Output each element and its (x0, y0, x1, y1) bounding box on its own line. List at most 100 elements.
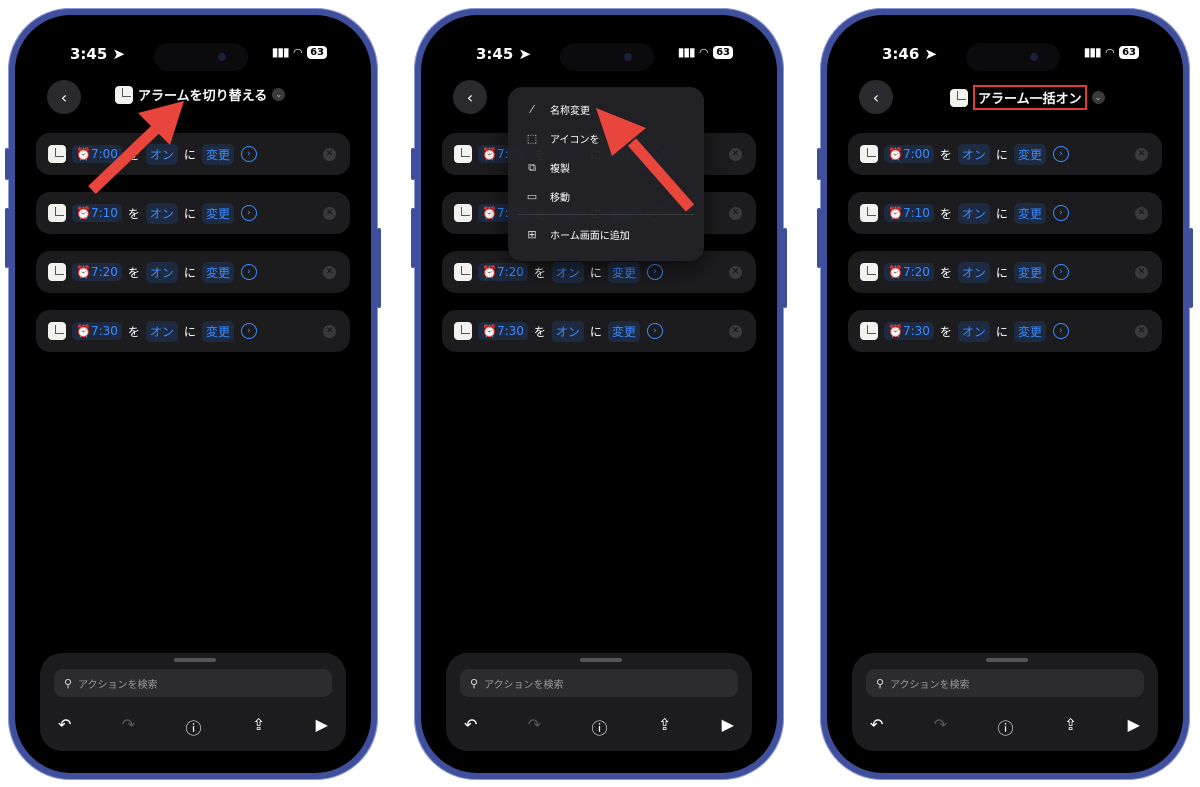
remove-icon[interactable]: ✕ (729, 206, 742, 220)
info-icon[interactable]: ⓘ (186, 715, 202, 739)
action-row[interactable]: ⏰7:10 を オン に 変更 › ✕ (848, 192, 1162, 234)
state-token[interactable]: オン (145, 261, 178, 283)
action-token[interactable]: 変更 (1013, 261, 1046, 283)
chevron-right-circle-icon[interactable]: › (240, 146, 257, 162)
state-token[interactable]: オン (145, 202, 178, 224)
alarm-token[interactable]: ⏰7:20 (478, 263, 528, 281)
sheet-grabber[interactable] (986, 658, 1028, 662)
state-token[interactable]: オン (957, 320, 990, 342)
remove-icon[interactable]: ✕ (729, 265, 742, 279)
remove-icon[interactable]: ✕ (729, 147, 742, 161)
action-token[interactable]: 変更 (201, 202, 234, 224)
search-input[interactable]: ⚲ アクションを検索 (460, 669, 738, 697)
side-button (5, 148, 9, 180)
remove-icon[interactable]: ✕ (729, 324, 742, 338)
undo-icon[interactable]: ↶ (58, 715, 71, 739)
side-button (1189, 228, 1193, 308)
redo-icon[interactable]: ↷ (122, 715, 135, 739)
chevron-right-circle-icon[interactable]: › (240, 323, 257, 339)
alarm-token[interactable]: ⏰7:20 (884, 263, 934, 281)
action-token[interactable]: 変更 (607, 320, 640, 342)
back-button[interactable]: ‹ (453, 80, 487, 114)
chevron-right-circle-icon[interactable]: › (240, 205, 257, 221)
undo-icon[interactable]: ↶ (464, 715, 477, 739)
action-token[interactable]: 変更 (1013, 143, 1046, 165)
action-token[interactable]: 変更 (201, 261, 234, 283)
info-icon[interactable]: ⓘ (592, 715, 608, 739)
undo-icon[interactable]: ↶ (870, 715, 883, 739)
shortcut-title[interactable]: アラーム一括オン ⌄ (827, 85, 1183, 110)
alarm-token[interactable]: ⏰7:30 (478, 322, 528, 340)
status-icons: ▮▮▮ ◠ 63 (678, 45, 733, 59)
remove-icon[interactable]: ✕ (1135, 324, 1148, 338)
alarm-token[interactable]: ⏰7:00 (884, 145, 934, 163)
share-icon[interactable]: ⇪ (658, 715, 671, 739)
state-token[interactable]: オン (957, 143, 990, 165)
action-token[interactable]: 変更 (201, 143, 234, 165)
search-input[interactable]: ⚲ アクションを検索 (866, 669, 1144, 697)
share-icon[interactable]: ⇪ (1064, 715, 1077, 739)
info-icon[interactable]: ⓘ (998, 715, 1014, 739)
action-row[interactable]: ⏰7:30 を オン に 変更 › ✕ (36, 310, 350, 352)
signal-icon: ▮▮▮ (1083, 45, 1102, 59)
alarm-token[interactable]: ⏰7:30 (72, 322, 122, 340)
action-token[interactable]: 変更 (1013, 320, 1046, 342)
sheet-grabber[interactable] (174, 658, 216, 662)
action-row[interactable]: ⏰7:00 を オン に 変更 › ✕ (848, 133, 1162, 175)
status-icons: ▮▮▮ ◠ 63 (272, 45, 327, 59)
action-token[interactable]: 変更 (1013, 202, 1046, 224)
chevron-right-circle-icon[interactable]: › (646, 323, 663, 339)
redo-icon[interactable]: ↷ (528, 715, 541, 739)
play-icon[interactable]: ▶ (316, 715, 328, 739)
alarm-token[interactable]: ⏰7:30 (884, 322, 934, 340)
status-time: 3:45 ➤ (70, 45, 126, 63)
action-row[interactable]: ⏰7:20 を オン に 変更 › ✕ (848, 251, 1162, 293)
remove-icon[interactable]: ✕ (1135, 147, 1148, 161)
chevron-right-circle-icon[interactable]: › (1052, 264, 1069, 280)
action-row[interactable]: ⏰7:30 を オン に 変更 › ✕ (848, 310, 1162, 352)
clock-app-icon (860, 322, 878, 340)
chevron-right-circle-icon[interactable]: › (1052, 205, 1069, 221)
alarm-token[interactable]: ⏰7:10 (884, 204, 934, 222)
clock-app-icon (48, 204, 66, 222)
share-icon[interactable]: ⇪ (252, 715, 265, 739)
play-icon[interactable]: ▶ (722, 715, 734, 739)
remove-icon[interactable]: ✕ (323, 206, 336, 220)
chevron-right-circle-icon[interactable]: › (646, 264, 663, 280)
action-token[interactable]: 変更 (607, 261, 640, 283)
side-button (817, 208, 821, 268)
action-row[interactable]: ⏰7:20 を オン に 変更 › ✕ (36, 251, 350, 293)
chevron-down-icon[interactable]: ⌄ (1091, 91, 1105, 104)
dynamic-island (560, 43, 654, 71)
play-icon[interactable]: ▶ (1128, 715, 1140, 739)
sheet-grabber[interactable] (580, 658, 622, 662)
battery-indicator: 63 (713, 45, 733, 59)
alarm-token[interactable]: ⏰7:20 (72, 263, 122, 281)
state-token[interactable]: オン (145, 320, 178, 342)
clock-app-icon (48, 263, 66, 281)
annotation-arrow (88, 101, 184, 194)
search-input[interactable]: ⚲ アクションを検索 (54, 669, 332, 697)
side-button (817, 148, 821, 180)
alarm-token[interactable]: ⏰7:10 (72, 204, 122, 222)
action-row[interactable]: ⏰7:30 を オン に 変更 › ✕ (442, 310, 756, 352)
menu-item-add-to-home[interactable]: ⊞ ホーム画面に追加 (508, 220, 704, 249)
state-token[interactable]: オン (551, 261, 584, 283)
remove-icon[interactable]: ✕ (323, 147, 336, 161)
chevron-down-icon[interactable]: ⌄ (272, 88, 286, 101)
remove-icon[interactable]: ✕ (1135, 206, 1148, 220)
state-token[interactable]: オン (957, 202, 990, 224)
chevron-right-circle-icon[interactable]: › (1052, 323, 1069, 339)
search-icon: ⚲ (470, 676, 479, 690)
action-token[interactable]: 変更 (201, 320, 234, 342)
bottom-sheet: ⚲ アクションを検索 ↶ ↷ ⓘ ⇪ ▶ (446, 653, 752, 751)
chevron-right-circle-icon[interactable]: › (240, 264, 257, 280)
redo-icon[interactable]: ↷ (934, 715, 947, 739)
remove-icon[interactable]: ✕ (323, 265, 336, 279)
chevron-right-circle-icon[interactable]: › (1052, 146, 1069, 162)
remove-icon[interactable]: ✕ (323, 324, 336, 338)
state-token[interactable]: オン (957, 261, 990, 283)
clock-app-icon (454, 145, 472, 163)
state-token[interactable]: オン (551, 320, 584, 342)
remove-icon[interactable]: ✕ (1135, 265, 1148, 279)
